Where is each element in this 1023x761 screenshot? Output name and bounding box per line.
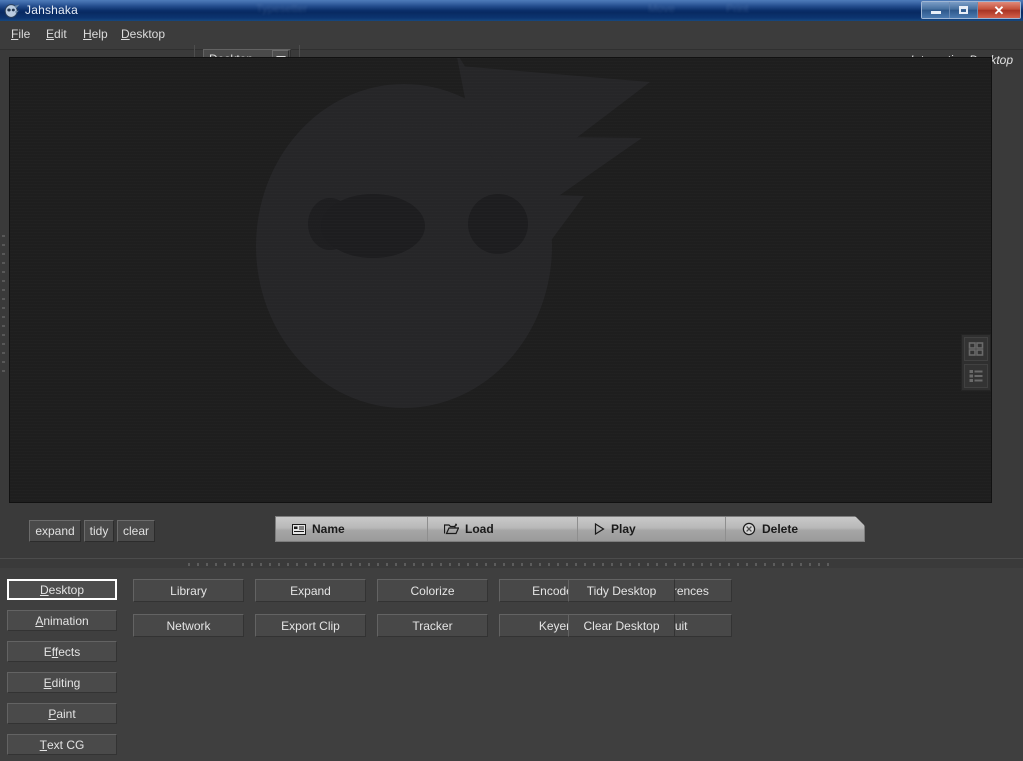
menu-item-help[interactable]: Help	[81, 27, 110, 41]
maximize-button[interactable]	[950, 2, 978, 18]
grid-view-icon	[968, 341, 984, 357]
library-button[interactable]: Library	[133, 579, 244, 602]
column-header-name-label: Name	[312, 522, 345, 536]
list-view-icon	[968, 368, 984, 384]
clip-toolbar-row: expand tidy clear Name Load	[9, 516, 992, 550]
menu-item-edit[interactable]: Edit	[44, 27, 69, 41]
sidebar-item-editing[interactable]: Editing	[7, 672, 117, 693]
tracker-button[interactable]: Tracker	[377, 614, 488, 637]
sidebar-item-animation[interactable]: Animation	[7, 610, 117, 631]
viewport-scanlines	[10, 58, 991, 502]
grid-view-button[interactable]	[964, 337, 988, 361]
tidy-button[interactable]: tidy	[84, 520, 114, 542]
titlebar-ghost-text-3: Print	[726, 3, 749, 15]
maximize-icon	[959, 6, 968, 14]
network-button[interactable]: Network	[133, 614, 244, 637]
horizontal-splitter-grip	[188, 563, 836, 566]
menu-item-file[interactable]: File	[9, 27, 32, 41]
menu-item-desktop[interactable]: Desktop	[119, 27, 167, 41]
export-clip-button[interactable]: Export Clip	[255, 614, 366, 637]
column-header-load-label: Load	[465, 522, 494, 536]
colorize-button[interactable]: Colorize	[377, 579, 488, 602]
titlebar-ghost-text-2: Move	[648, 3, 675, 15]
minimize-icon	[931, 11, 941, 14]
titlebar-ghost-text-1: Typesetter	[256, 3, 307, 15]
clip-list-header: Name Load Play Delete	[275, 516, 865, 542]
column-header-play-label: Play	[611, 522, 636, 536]
jahshaka-mask-icon	[4, 3, 20, 19]
view-mode-rail	[961, 334, 991, 391]
clear-desktop-button[interactable]: Clear Desktop	[568, 614, 675, 637]
list-view-button[interactable]	[964, 364, 988, 388]
bottom-panel: Desktop Animation Effects Editing Paint …	[0, 568, 1023, 761]
minimize-button[interactable]	[922, 2, 950, 18]
window-controls: ✕	[921, 1, 1021, 19]
expand-action-button[interactable]: Expand	[255, 579, 366, 602]
close-button[interactable]: ✕	[978, 2, 1020, 18]
column-header-load[interactable]: Load	[428, 517, 578, 541]
sidebar-item-paint[interactable]: Paint	[7, 703, 117, 724]
window-titlebar[interactable]: Jahshaka Typesetter Move Print ✕	[0, 0, 1023, 21]
horizontal-splitter[interactable]	[0, 558, 1023, 568]
desktop-action-group: Tidy Desktop Clear Desktop	[568, 579, 675, 637]
titlebar-sheen	[0, 0, 1023, 10]
name-list-icon	[292, 524, 306, 535]
column-header-delete-label: Delete	[762, 522, 798, 536]
sidebar-item-effects[interactable]: Effects	[7, 641, 117, 662]
clear-button[interactable]: clear	[117, 520, 155, 542]
splitter-grip	[2, 235, 5, 375]
column-header-play[interactable]: Play	[578, 517, 726, 541]
menu-bar: File Edit Help Desktop Desktop Interacti…	[0, 21, 1023, 50]
open-folder-icon	[444, 523, 459, 535]
module-sidebar: Desktop Animation Effects Editing Paint …	[7, 579, 117, 755]
window-title: Jahshaka	[25, 3, 78, 17]
tidy-desktop-button[interactable]: Tidy Desktop	[568, 579, 675, 602]
column-header-name[interactable]: Name	[276, 517, 428, 541]
expand-button[interactable]: expand	[29, 520, 81, 542]
delete-circle-icon	[742, 522, 756, 536]
sidebar-item-textcg[interactable]: Text CG	[7, 734, 117, 755]
vertical-splitter[interactable]	[0, 50, 9, 560]
desktop-viewport[interactable]	[9, 57, 992, 503]
play-triangle-icon	[594, 523, 605, 535]
sidebar-item-desktop[interactable]: Desktop	[7, 579, 117, 600]
column-header-delete[interactable]: Delete	[726, 517, 864, 541]
